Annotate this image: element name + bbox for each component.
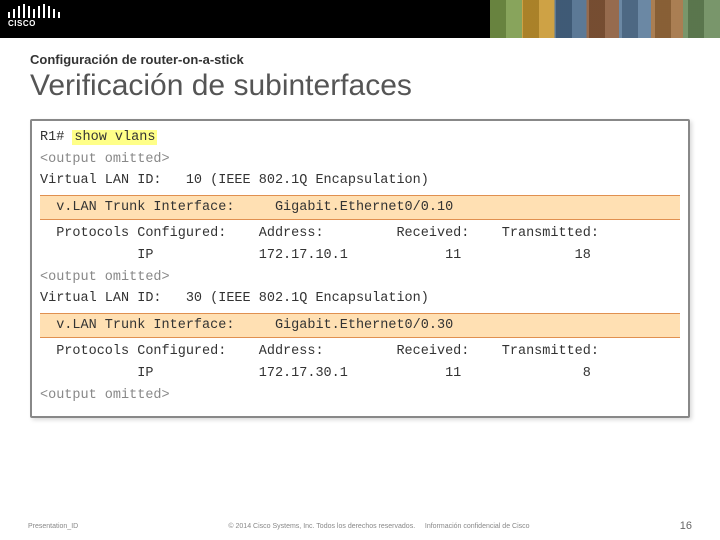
footer-left: Presentation_ID bbox=[28, 523, 78, 530]
vlan-id-line: Virtual LAN ID: 30 (IEEE 802.1Q Encapsul… bbox=[40, 288, 680, 310]
output-omitted: <output omitted> bbox=[40, 149, 680, 171]
top-bar: CISCO bbox=[0, 0, 720, 38]
slide-title: Verificación de subinterfaces bbox=[30, 69, 690, 103]
cisco-logo-text: CISCO bbox=[8, 19, 60, 28]
trunk-interface-highlight: v.LAN Trunk Interface: Gigabit.Ethernet0… bbox=[40, 313, 680, 339]
trunk-interface-highlight: v.LAN Trunk Interface: Gigabit.Ethernet0… bbox=[40, 195, 680, 221]
protocol-header: Protocols Configured: Address: Received:… bbox=[40, 341, 680, 363]
slide-content: Configuración de router-on-a-stick Verif… bbox=[0, 38, 720, 418]
protocol-header: Protocols Configured: Address: Received:… bbox=[40, 223, 680, 245]
cisco-logo-bars bbox=[8, 4, 60, 18]
protocol-row: IP 172.17.10.1 11 18 bbox=[40, 245, 680, 267]
output-omitted: <output omitted> bbox=[40, 267, 680, 289]
protocol-row: IP 172.17.30.1 11 8 bbox=[40, 363, 680, 385]
output-omitted: <output omitted> bbox=[40, 385, 680, 407]
cisco-logo: CISCO bbox=[0, 0, 68, 32]
terminal-output: R1# show vlans <output omitted> Virtual … bbox=[30, 119, 690, 418]
vlan-id-line: Virtual LAN ID: 10 (IEEE 802.1Q Encapsul… bbox=[40, 170, 680, 192]
slide-subtitle: Configuración de router-on-a-stick bbox=[30, 52, 690, 67]
header-image-strip bbox=[490, 0, 720, 38]
slide-footer: Presentation_ID © 2014 Cisco Systems, In… bbox=[0, 520, 720, 532]
footer-confidential: Información confidencial de Cisco bbox=[425, 523, 530, 530]
page-number: 16 bbox=[680, 520, 692, 532]
device-prompt: R1# bbox=[40, 130, 64, 145]
footer-copyright: © 2014 Cisco Systems, Inc. Todos los der… bbox=[228, 523, 415, 530]
prompt-line: R1# show vlans bbox=[40, 127, 680, 149]
command-highlight: show vlans bbox=[72, 130, 157, 145]
